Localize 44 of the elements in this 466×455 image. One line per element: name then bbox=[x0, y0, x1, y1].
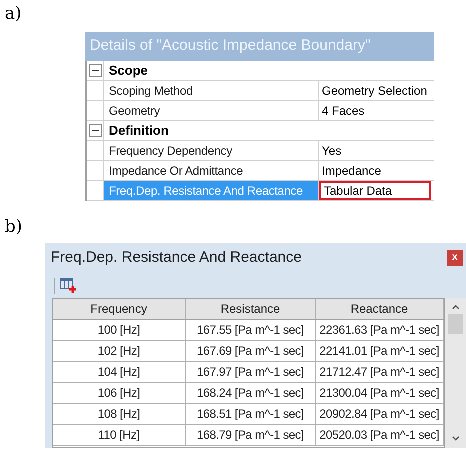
column-header[interactable]: Resistance bbox=[186, 299, 316, 319]
table-cell: 21712.47 [Pa m^-1 sec] bbox=[316, 362, 444, 382]
figure-label: a) bbox=[5, 4, 22, 24]
column-header[interactable]: Reactance bbox=[316, 299, 444, 319]
table-add-icon[interactable] bbox=[60, 278, 77, 293]
scroll-up-icon[interactable] bbox=[452, 304, 460, 310]
table-cell: 20902.84 [Pa m^-1 sec] bbox=[316, 404, 444, 424]
property-name[interactable]: Scoping Method bbox=[103, 81, 319, 100]
property-value[interactable]: Impedance bbox=[319, 161, 434, 180]
table-cell: 21300.04 [Pa m^-1 sec] bbox=[316, 383, 444, 403]
table-cell: 100 [Hz] bbox=[53, 320, 186, 340]
property-value[interactable]: 4 Faces bbox=[319, 101, 434, 120]
table-cell: 20520.03 [Pa m^-1 sec] bbox=[316, 425, 444, 445]
table-cell: 167.69 [Pa m^-1 sec] bbox=[186, 341, 316, 361]
panel-title: Details of "Acoustic Impedance Boundary" bbox=[90, 36, 371, 56]
property-value[interactable]: Yes bbox=[319, 141, 434, 160]
table-cell: 167.55 [Pa m^-1 sec] bbox=[186, 320, 316, 340]
scrollbar[interactable] bbox=[445, 298, 466, 448]
table-cell: 102 [Hz] bbox=[53, 341, 186, 361]
section-header: Definition bbox=[103, 121, 434, 140]
property-name[interactable]: Geometry bbox=[103, 101, 319, 120]
table-cell: 168.51 [Pa m^-1 sec] bbox=[186, 404, 316, 424]
table-cell: 168.79 [Pa m^-1 sec] bbox=[186, 425, 316, 445]
scroll-thumb[interactable] bbox=[448, 314, 463, 334]
table-cell: 167.97 [Pa m^-1 sec] bbox=[186, 362, 316, 382]
table-cell: 22361.63 [Pa m^-1 sec] bbox=[316, 320, 444, 340]
table-cell: 106 [Hz] bbox=[53, 383, 186, 403]
table-cell: 22141.01 [Pa m^-1 sec] bbox=[316, 341, 444, 361]
window-title: Freq.Dep. Resistance And Reactance bbox=[51, 248, 302, 268]
column-header[interactable]: Frequency bbox=[53, 299, 186, 319]
property-value[interactable]: Geometry Selection bbox=[319, 81, 434, 100]
table-cell: 108 [Hz] bbox=[53, 404, 186, 424]
property-name[interactable]: Impedance Or Admittance bbox=[103, 161, 319, 180]
scroll-down-icon[interactable] bbox=[452, 436, 460, 442]
table-cell: 104 [Hz] bbox=[53, 362, 186, 382]
table-cell: 110 [Hz] bbox=[53, 425, 186, 445]
property-name[interactable]: Frequency Dependency bbox=[103, 141, 319, 160]
property-value[interactable]: Tabular Data bbox=[319, 181, 431, 200]
close-button[interactable]: x bbox=[447, 250, 463, 266]
collapse-icon[interactable] bbox=[88, 64, 102, 77]
collapse-icon[interactable] bbox=[88, 124, 102, 137]
table-cell: 168.24 [Pa m^-1 sec] bbox=[186, 383, 316, 403]
figure-label: b) bbox=[5, 217, 23, 237]
section-header: Scope bbox=[103, 61, 434, 80]
